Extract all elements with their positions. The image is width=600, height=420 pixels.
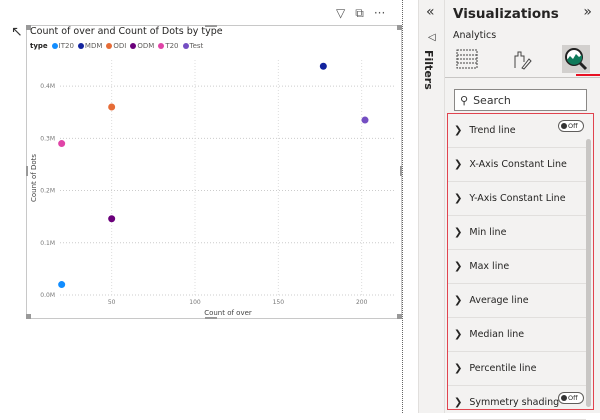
analytics-option[interactable]: ❯ Trend line Off [448, 114, 586, 148]
search-input[interactable]: ⚲ Search [454, 89, 587, 111]
toggle-label: Off [568, 122, 578, 130]
page-boundary [402, 0, 403, 413]
scrollbar[interactable] [586, 139, 591, 407]
tab-format-visual[interactable] [507, 45, 535, 73]
active-tab-indicator [576, 74, 600, 76]
data-point-odi[interactable] [108, 103, 116, 111]
y-tick-label: 0.1M [40, 240, 55, 247]
filters-pane-collapsed[interactable]: « ◁ Filters [418, 0, 445, 413]
chevron-right-icon: ❯ [454, 125, 463, 136]
search-placeholder: Search [473, 93, 511, 107]
analytics-options-list: ❯ Trend line Off ❯ X-Axis Constant Line ❯ Y-Ax… [447, 113, 594, 420]
analytics-option[interactable]: ❯ Max line [448, 250, 586, 284]
data-point-t20[interactable] [58, 140, 66, 148]
y-tick-label: 0.3M [40, 135, 55, 142]
analytics-option[interactable]: ❯ Median line [448, 318, 586, 352]
data-point-it20[interactable] [58, 281, 66, 289]
option-label: Min line [469, 227, 507, 238]
y-tick-label: 0.0M [40, 292, 55, 299]
toggle-switch[interactable]: Off [558, 392, 584, 404]
visualizations-pane: Visualizations » Analytics ⚲ Search ❯ Tre… [445, 0, 600, 420]
analytics-option[interactable]: ❯ Average line [448, 284, 586, 318]
analytics-option[interactable]: ❯ X-Axis Constant Line [448, 148, 586, 182]
x-tick-label: 50 [108, 299, 116, 306]
option-label: Max line [469, 261, 510, 272]
pane-tabs [445, 43, 600, 78]
x-tick-label: 150 [273, 299, 285, 306]
filters-label[interactable]: Filters [422, 50, 435, 90]
collapse-chevron-icon[interactable]: « [426, 4, 435, 20]
chevron-right-icon: ❯ [454, 363, 463, 374]
search-icon: ⚲ [460, 93, 469, 107]
pane-subtitle: Analytics [453, 30, 497, 41]
chevron-right-icon: ❯ [454, 397, 463, 408]
analytics-option[interactable]: ❯ Y-Axis Constant Line [448, 182, 586, 216]
analytics-magnifier-icon [565, 48, 588, 71]
tab-analytics[interactable] [562, 45, 590, 73]
option-label: Percentile line [469, 363, 537, 374]
expand-chevron-icon[interactable]: » [583, 4, 592, 20]
analytics-option[interactable]: ❯ Min line [448, 216, 586, 250]
option-label: Symmetry shading [469, 397, 560, 408]
report-canvas: ↖ ▽ ⧉ ··· Count of over and Count of Dot… [0, 0, 418, 413]
data-point-test[interactable] [361, 116, 369, 124]
scatter-plot: 0.0M 0.1M 0.2M 0.3M 0.4M 50 100 150 200 Count of … [30, 60, 395, 317]
option-label: Y-Axis Constant Line [469, 193, 566, 204]
option-label: Trend line [469, 125, 516, 136]
x-tick-label: 100 [189, 299, 201, 306]
y-axis-label: Count of Dots [30, 154, 38, 202]
option-label: Average line [469, 295, 529, 306]
analytics-option[interactable]: ❯ Percentile line [448, 352, 586, 386]
y-tick-label: 0.2M [40, 188, 55, 195]
chevron-right-icon: ❯ [454, 295, 463, 306]
x-axis-label: Count of over [204, 309, 252, 317]
data-point-mdm[interactable] [319, 62, 327, 70]
tab-build-visual[interactable] [453, 45, 481, 73]
toggle-switch[interactable]: Off [558, 120, 584, 132]
chevron-right-icon: ❯ [454, 227, 463, 238]
y-tick-label: 0.4M [40, 83, 55, 90]
pane-title: Visualizations [453, 6, 559, 22]
fields-grid-icon [456, 49, 478, 69]
analytics-option[interactable]: ❯ Symmetry shading Off [448, 386, 586, 420]
chevron-right-icon: ❯ [454, 261, 463, 272]
chevron-right-icon: ❯ [454, 159, 463, 170]
chevron-right-icon: ❯ [454, 329, 463, 340]
option-label: Median line [469, 329, 525, 340]
option-label: X-Axis Constant Line [469, 159, 567, 170]
toggle-label: Off [568, 394, 578, 402]
format-brush-icon [514, 51, 532, 70]
filter-icon: ◁ [428, 32, 436, 43]
data-point-odm[interactable] [108, 215, 116, 223]
x-tick-label: 200 [356, 299, 368, 306]
chevron-right-icon: ❯ [454, 193, 463, 204]
